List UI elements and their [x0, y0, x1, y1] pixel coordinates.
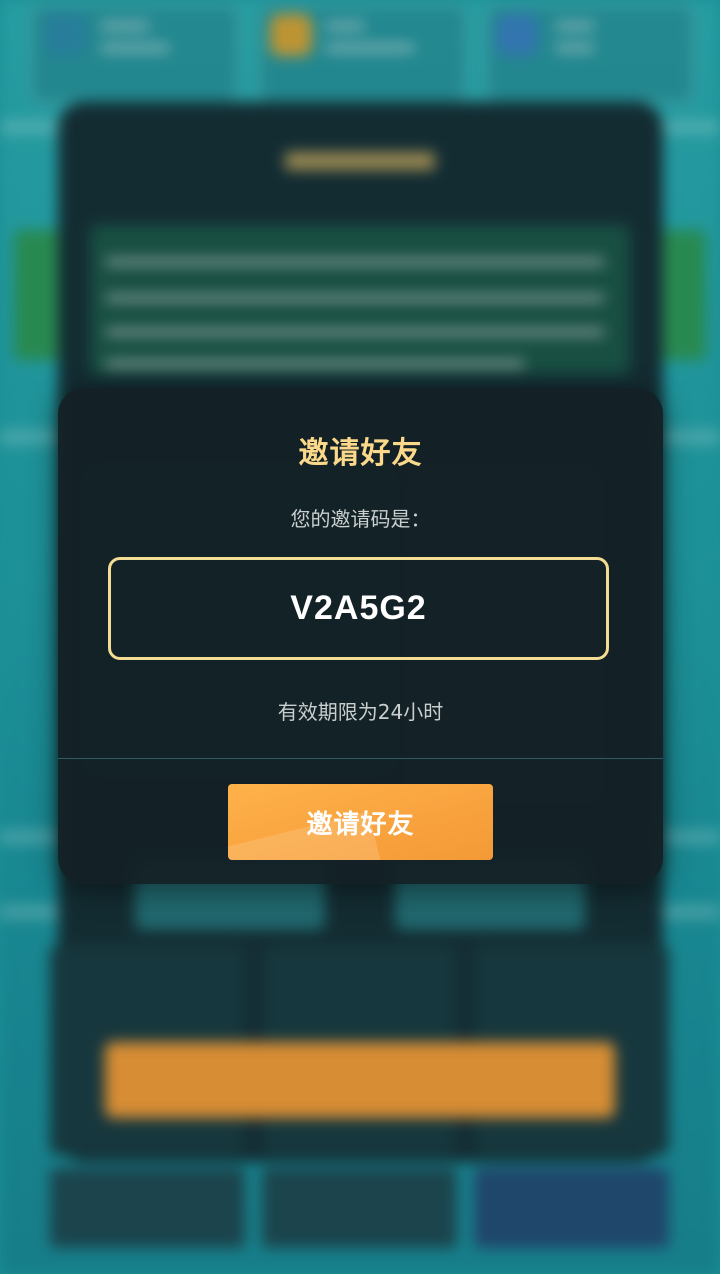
dialog-title: 邀请好友: [298, 436, 423, 471]
divider: [58, 758, 663, 759]
invite-code-caption: 您的邀请码是：: [290, 507, 431, 531]
invite-friend-dialog: 邀请好友 您的邀请码是： V2A5G2 有效期限为24小时 邀请好友: [58, 388, 663, 884]
invite-code-value[interactable]: V2A5G2: [111, 560, 606, 657]
invite-friend-button-label: 邀请好友: [306, 809, 415, 840]
validity-text: 有效期限为24小时: [277, 700, 444, 724]
invite-code-box[interactable]: V2A5G2: [108, 557, 609, 660]
invite-friend-button[interactable]: 邀请好友: [228, 784, 493, 860]
